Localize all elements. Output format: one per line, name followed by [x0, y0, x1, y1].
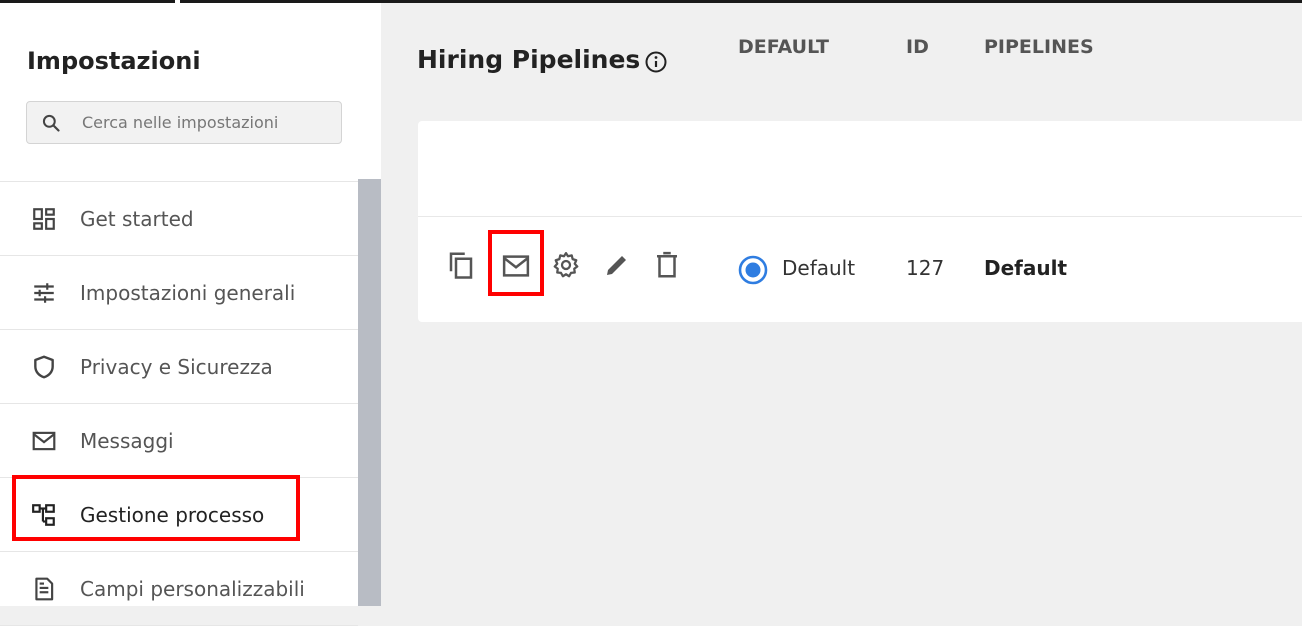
sidebar-item-custom-fields[interactable]: Campi personalizzabili — [0, 552, 358, 626]
sidebar-item-label: Gestione processo — [80, 502, 265, 527]
document-icon — [30, 575, 58, 603]
settings-menu: Get started Impostazioni generali Privac… — [0, 182, 358, 626]
column-header-id: ID — [906, 36, 929, 58]
sidebar-item-get-started[interactable]: Get started — [0, 182, 358, 256]
sidebar-item-label: Messaggi — [80, 428, 174, 453]
info-icon[interactable] — [644, 50, 668, 74]
sidebar-item-label: Privacy e Sicurezza — [80, 354, 273, 379]
sidebar-title: Impostazioni — [27, 47, 201, 75]
gear-icon[interactable] — [551, 250, 581, 280]
sidebar-item-label: Get started — [80, 206, 194, 231]
page-title: Hiring Pipelines — [417, 45, 641, 74]
pencil-icon[interactable] — [602, 250, 632, 280]
default-label: Default — [782, 256, 856, 280]
sidebar-item-label: Impostazioni generali — [80, 280, 296, 305]
search-icon — [42, 114, 60, 132]
pipeline-name: Default — [984, 256, 1068, 280]
shield-icon — [30, 353, 58, 381]
sidebar-item-label: Campi personalizzabili — [80, 576, 305, 601]
mail-icon[interactable] — [501, 251, 531, 281]
default-radio-button[interactable] — [737, 254, 769, 286]
sidebar-item-messages[interactable]: Messaggi — [0, 404, 358, 478]
sidebar-item-process-management[interactable]: Gestione processo — [0, 478, 358, 552]
table-header-divider — [418, 216, 1302, 217]
settings-sidebar: Impostazioni Get started — [0, 3, 381, 626]
mail-icon — [30, 427, 58, 455]
pipeline-id: 127 — [906, 256, 945, 280]
sliders-icon — [30, 279, 58, 307]
pipelines-table — [418, 121, 1302, 322]
trash-icon[interactable] — [652, 250, 682, 280]
column-header-pipelines: PIPELINES — [984, 36, 1094, 58]
dashboard-icon — [30, 205, 58, 233]
settings-search[interactable] — [26, 101, 342, 144]
column-header-default: DEFAULT — [738, 36, 830, 58]
process-tree-icon — [30, 501, 58, 529]
sidebar-scrollbar[interactable] — [358, 179, 381, 606]
copy-icon[interactable] — [446, 250, 476, 280]
sidebar-item-general-settings[interactable]: Impostazioni generali — [0, 256, 358, 330]
sidebar-item-privacy[interactable]: Privacy e Sicurezza — [0, 330, 358, 404]
search-input[interactable] — [82, 102, 332, 143]
